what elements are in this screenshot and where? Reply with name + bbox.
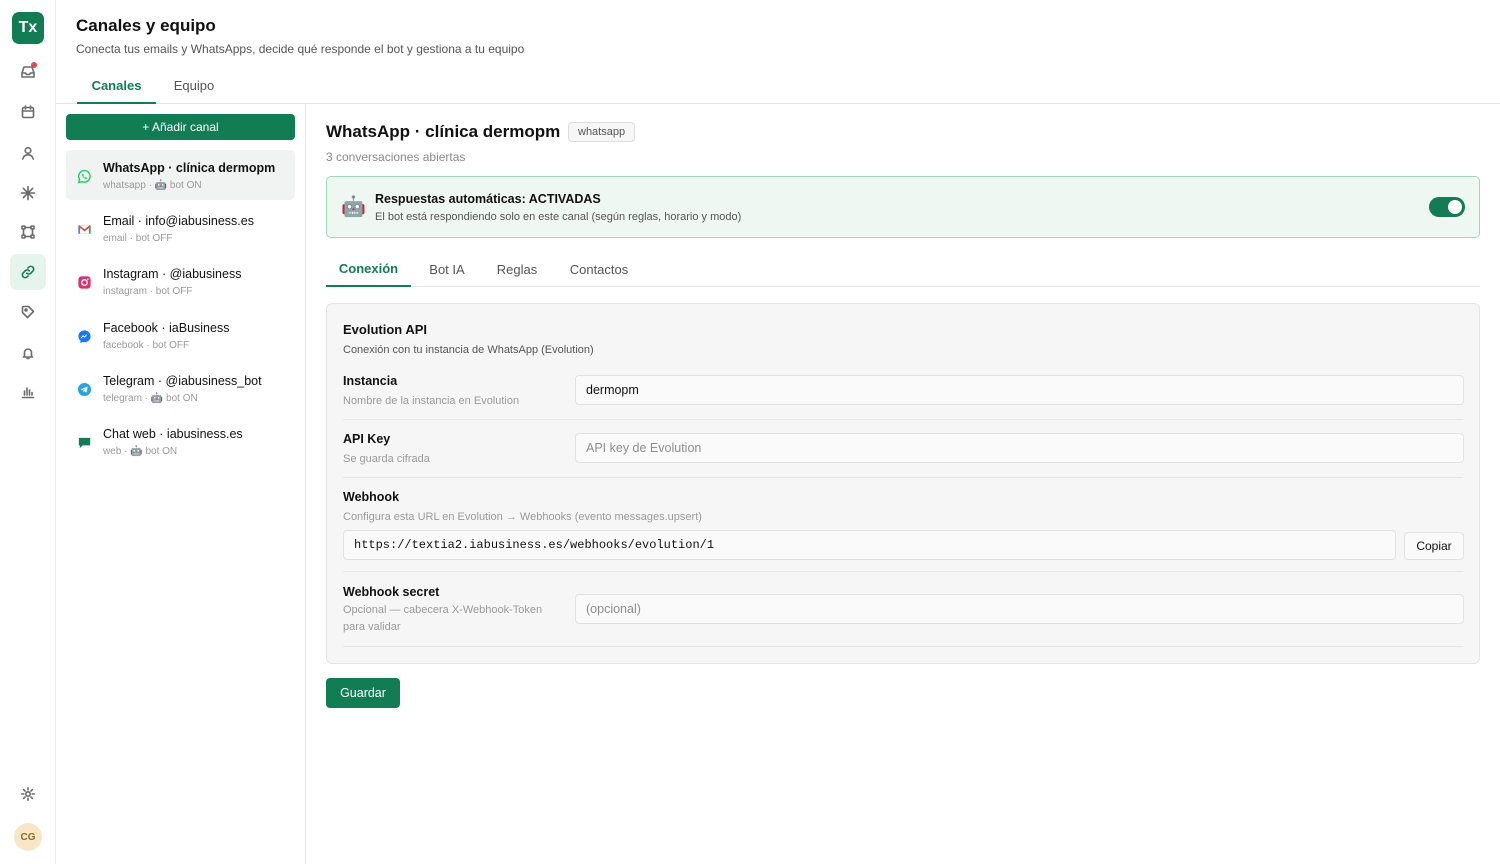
instance-label: Instancia <box>343 374 398 388</box>
channel-title: WhatsApp · clínica dermopm <box>326 122 561 141</box>
tags-button[interactable] <box>10 294 46 330</box>
webhook-url-input[interactable] <box>343 530 1396 560</box>
instance-input[interactable] <box>575 375 1464 405</box>
robot-icon: 🤖 <box>341 196 366 218</box>
notification-dot <box>31 62 37 68</box>
notifications-button[interactable] <box>10 335 46 371</box>
bell-icon <box>22 348 34 360</box>
whatsapp-icon <box>77 169 92 184</box>
channel-meta: web · 🤖 bot ON <box>103 446 178 457</box>
calendar-button[interactable] <box>10 94 46 130</box>
open-conversations-count: 3 conversaciones abiertas <box>326 150 466 164</box>
evolution-api-panel: Evolution API Conexión con tu instancia … <box>326 303 1480 664</box>
inbox-button[interactable] <box>10 54 46 90</box>
save-button[interactable]: Guardar <box>326 678 400 708</box>
channel-meta: telegram · 🤖 bot ON <box>103 393 198 404</box>
panel-subtitle: Conexión con tu instancia de WhatsApp (E… <box>343 344 594 356</box>
channel-name: Chat web · iabusiness.es <box>103 427 243 441</box>
divider <box>343 419 1463 420</box>
channel-meta: instagram · bot OFF <box>103 286 193 297</box>
channel-name: Telegram · @iabusiness_bot <box>103 374 262 388</box>
auto-reply-description: El bot está respondiendo solo en este ca… <box>375 211 742 223</box>
toggle-knob <box>1448 200 1462 214</box>
channel-meta: whatsapp · 🤖 bot ON <box>103 180 202 191</box>
webhook-secret-help: para validar <box>343 621 401 633</box>
tab-equipo[interactable]: Equipo <box>162 68 226 103</box>
mail-icon <box>77 222 92 237</box>
api-key-input[interactable] <box>575 433 1464 463</box>
webhook-help: Configura esta URL en Evolution → Webhoo… <box>343 511 702 523</box>
tab-reglas[interactable]: Reglas <box>486 252 548 286</box>
channel-meta: facebook · bot OFF <box>103 340 190 351</box>
section-tabs: Canales Equipo <box>56 68 1500 104</box>
instagram-icon <box>77 275 92 290</box>
user-avatar[interactable]: CG <box>14 823 42 851</box>
link-icon <box>21 265 35 279</box>
chart-icon <box>21 387 35 399</box>
channel-item-email[interactable]: Email · info@iabusiness.es email · bot O… <box>66 203 295 253</box>
divider <box>343 477 1463 478</box>
auto-reply-title: Respuestas automáticas: ACTIVADAS <box>375 192 601 206</box>
webhook-secret-input[interactable] <box>575 594 1464 624</box>
channel-item-telegram[interactable]: Telegram · @iabusiness_bot telegram · 🤖 … <box>66 363 295 413</box>
channel-item-facebook[interactable]: Facebook · iaBusiness facebook · bot OFF <box>66 310 295 360</box>
app-rail: Tx CG <box>0 0 56 864</box>
channel-item-whatsapp[interactable]: WhatsApp · clínica dermopm whatsapp · 🤖 … <box>66 150 295 200</box>
channel-name: Email · info@iabusiness.es <box>103 214 254 228</box>
contacts-button[interactable] <box>10 135 46 171</box>
channel-name: Instagram · @iabusiness <box>103 267 242 281</box>
chat-icon <box>77 435 92 450</box>
flows-button[interactable] <box>10 214 46 250</box>
auto-reply-toggle[interactable] <box>1429 197 1465 217</box>
channel-name: Facebook · iaBusiness <box>103 321 230 335</box>
channel-list: + Añadir canal WhatsApp · clínica dermop… <box>56 104 306 864</box>
page-subtitle: Conecta tus emails y WhatsApps, decide q… <box>76 42 525 56</box>
channels-button[interactable] <box>10 254 46 290</box>
tag-icon <box>21 305 35 319</box>
copy-webhook-button[interactable]: Copiar <box>1404 532 1464 560</box>
instance-help: Nombre de la instancia en Evolution <box>343 395 520 407</box>
tab-bot-ia[interactable]: Bot IA <box>418 252 476 286</box>
tab-canales[interactable]: Canales <box>77 68 156 104</box>
add-channel-button[interactable]: + Añadir canal <box>66 114 295 140</box>
panel-title: Evolution API <box>343 322 428 337</box>
webhook-label: Webhook <box>343 490 400 504</box>
api-key-help: Se guarda cifrada <box>343 453 430 465</box>
tab-contactos[interactable]: Contactos <box>558 252 640 286</box>
flow-icon <box>21 225 35 239</box>
app-logo[interactable]: Tx <box>12 12 44 44</box>
gear-icon <box>21 787 35 801</box>
channel-type-badge: whatsapp <box>568 122 636 142</box>
api-key-label: API Key <box>343 432 391 446</box>
webhook-secret-help: Opcional — cabecera X-Webhook-Token <box>343 604 543 616</box>
channel-meta: email · bot OFF <box>103 233 173 244</box>
calendar-icon <box>21 105 35 119</box>
channel-item-instagram[interactable]: Instagram · @iabusiness instagram · bot … <box>66 256 295 306</box>
messenger-icon <box>77 329 92 344</box>
sparkle-icon <box>20 185 36 201</box>
auto-reply-banner: 🤖 Respuestas automáticas: ACTIVADAS El b… <box>326 176 1480 238</box>
channel-tabs: Conexión Bot IA Reglas Contactos <box>326 252 1480 287</box>
user-icon <box>22 146 34 160</box>
divider <box>343 571 1463 572</box>
divider <box>343 646 1463 647</box>
analytics-button[interactable] <box>10 374 46 410</box>
channel-name: WhatsApp · clínica dermopm <box>103 161 276 175</box>
page-title: Canales y equipo <box>76 16 216 35</box>
ai-button[interactable] <box>10 175 46 211</box>
settings-button[interactable] <box>10 776 46 812</box>
telegram-icon <box>77 382 92 397</box>
tab-conexion[interactable]: Conexión <box>326 252 411 287</box>
webhook-secret-label: Webhook secret <box>343 585 440 599</box>
channel-item-web[interactable]: Chat web · iabusiness.es web · 🤖 bot ON <box>66 416 295 466</box>
